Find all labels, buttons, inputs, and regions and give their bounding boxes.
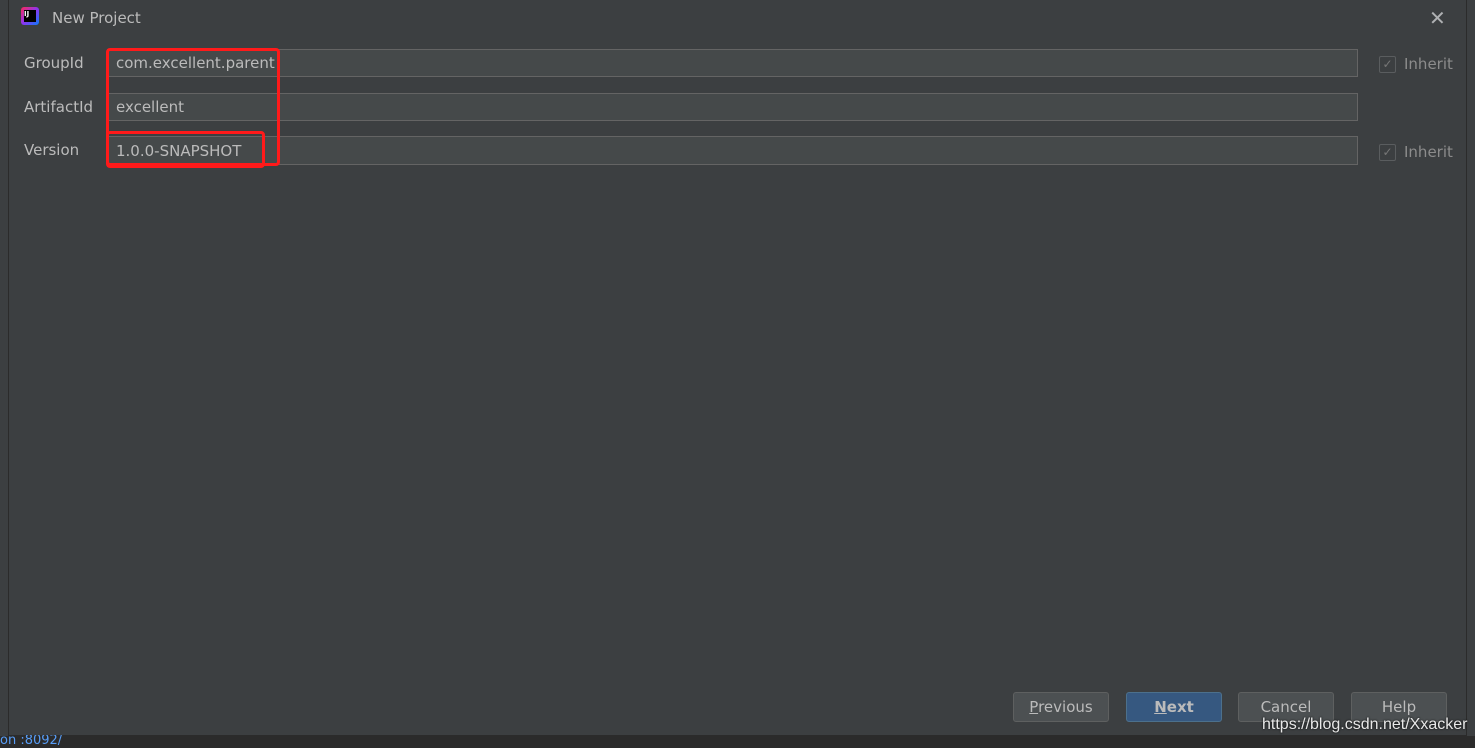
groupid-label: GroupId — [24, 54, 84, 72]
ide-background-bottom — [0, 736, 1475, 745]
ide-background-right — [1467, 0, 1475, 745]
intellij-logo-icon: IJ — [21, 7, 39, 25]
previous-button[interactable]: Previous — [1013, 692, 1109, 722]
checkmark-icon: ✓ — [1379, 55, 1396, 73]
ide-background-left — [0, 0, 9, 745]
dialog-title: New Project — [52, 9, 141, 27]
previous-label: revious — [1038, 698, 1093, 716]
artifactid-input[interactable] — [107, 93, 1358, 121]
previous-mnemonic: P — [1029, 698, 1039, 716]
inherit-label: Inherit — [1404, 55, 1453, 73]
version-inherit-checkbox[interactable]: ✓ Inherit — [1379, 143, 1453, 161]
version-label: Version — [24, 141, 80, 159]
ide-status-text: on :8092/ — [0, 733, 63, 748]
close-icon[interactable]: ✕ — [1429, 6, 1446, 30]
version-input[interactable] — [107, 136, 1358, 165]
new-project-dialog: IJ New Project ✕ GroupId ✓ Inherit Artif… — [9, 0, 1466, 735]
next-label: ext — [1166, 698, 1194, 716]
artifactid-label: ArtifactId — [24, 98, 94, 116]
groupid-input[interactable] — [107, 49, 1358, 77]
next-button[interactable]: Next — [1126, 692, 1222, 722]
inherit-label: Inherit — [1404, 143, 1453, 161]
watermark: https://blog.csdn.net/Xxacker — [1262, 716, 1468, 733]
groupid-inherit-checkbox[interactable]: ✓ Inherit — [1379, 55, 1453, 73]
next-mnemonic: N — [1154, 698, 1167, 716]
checkmark-icon: ✓ — [1379, 143, 1396, 161]
